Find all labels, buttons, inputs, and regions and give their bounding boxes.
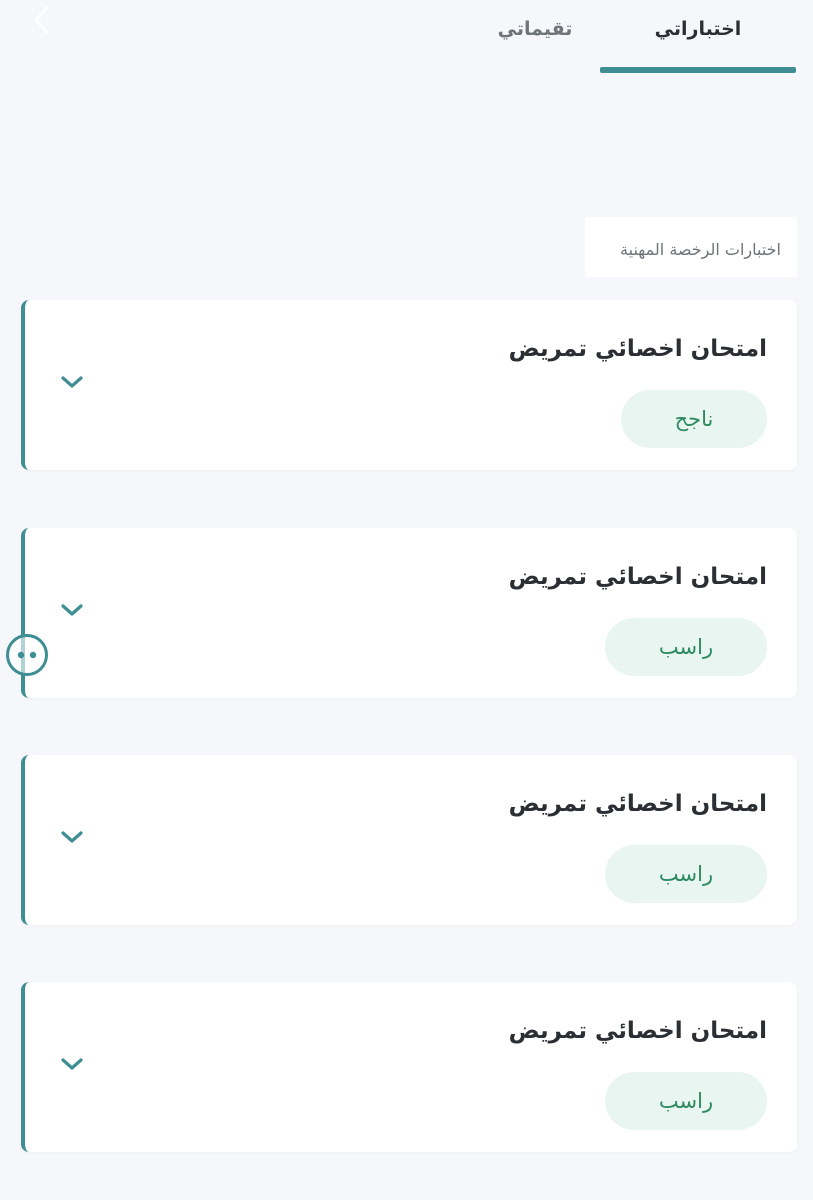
exam-title: امتحان اخصائي تمريض: [508, 336, 767, 362]
exam-card[interactable]: امتحان اخصائي تمريض ناجح: [21, 300, 797, 470]
expand-button[interactable]: [57, 1052, 87, 1076]
tab-my-evaluations[interactable]: تقيماتي: [480, 12, 590, 46]
status-badge: راسب: [605, 1072, 767, 1130]
accessibility-widget-icon: [17, 651, 37, 659]
tab-my-exams[interactable]: اختباراتي: [600, 12, 796, 46]
chevron-down-icon: [61, 831, 83, 843]
exam-title: امتحان اخصائي تمريض: [508, 791, 767, 817]
exam-card[interactable]: امتحان اخصائي تمريض راسب: [21, 755, 797, 925]
section-label: اختبارات الرخصة المهنية: [585, 217, 797, 277]
expand-button[interactable]: [57, 825, 87, 849]
exam-card[interactable]: امتحان اخصائي تمريض راسب: [21, 528, 797, 698]
expand-button[interactable]: [57, 598, 87, 622]
floating-widget-button[interactable]: [6, 634, 48, 676]
exam-title: امتحان اخصائي تمريض: [508, 1018, 767, 1044]
chevron-down-icon: [61, 1058, 83, 1070]
status-badge: ناجح: [621, 390, 767, 448]
exam-card[interactable]: امتحان اخصائي تمريض راسب: [21, 982, 797, 1152]
chevron-down-icon: [61, 604, 83, 616]
status-badge: راسب: [605, 845, 767, 903]
expand-button[interactable]: [57, 370, 87, 394]
tab-bar: اختباراتي تقيماتي: [0, 0, 813, 78]
status-badge: راسب: [605, 618, 767, 676]
active-tab-indicator: [600, 67, 796, 73]
chevron-down-icon: [61, 376, 83, 388]
exam-title: امتحان اخصائي تمريض: [508, 564, 767, 590]
